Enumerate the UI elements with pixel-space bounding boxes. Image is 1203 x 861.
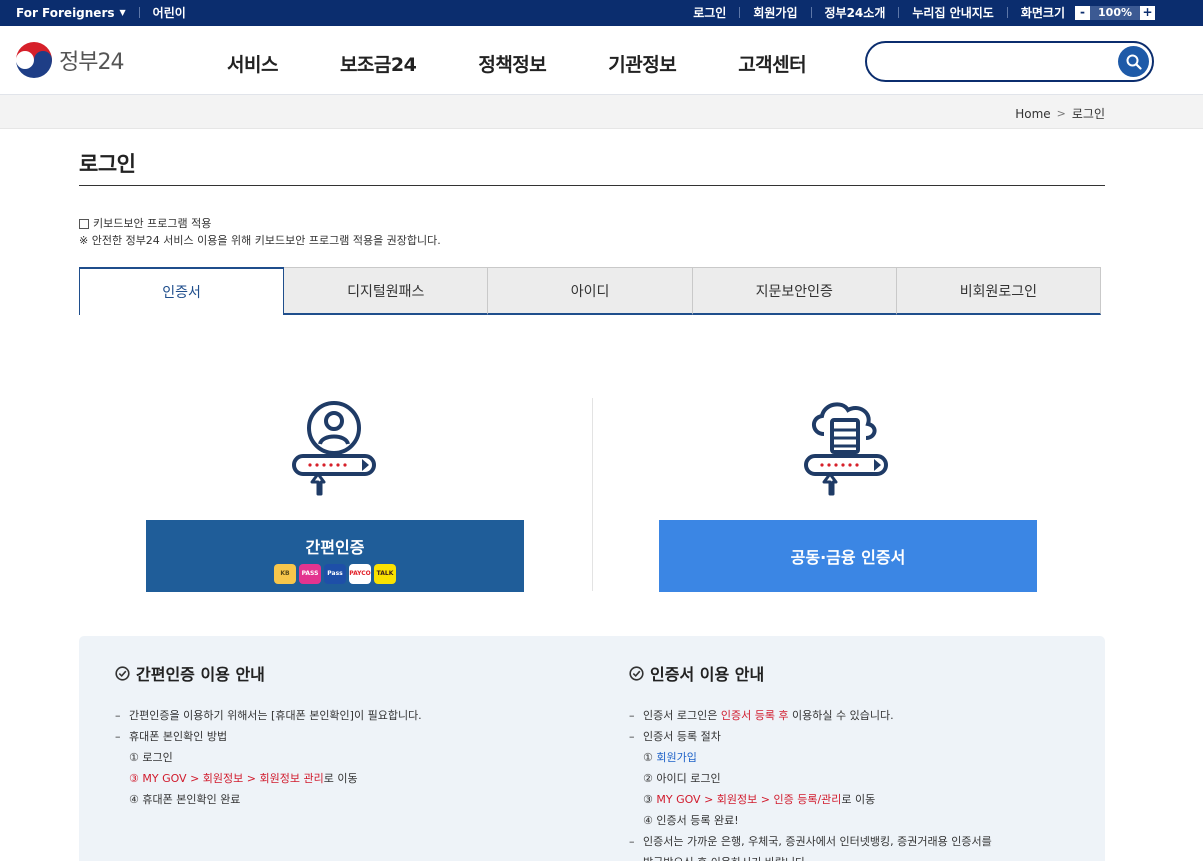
screen-size-label: 화면크기	[1020, 6, 1066, 20]
tab-id[interactable]: 아이디	[488, 267, 693, 315]
guide-text: 간편인증을 이용하기 위해서는 [휴대폰 본인확인]이 필요합니다.	[129, 709, 422, 722]
joint-financial-cert-button[interactable]: 공동·금융 인증서	[659, 520, 1037, 592]
zoom-in-button[interactable]: +	[1140, 5, 1155, 20]
site-header: 정부24 서비스 보조금24 정책정보 기관정보 고객센터	[0, 26, 1203, 95]
check-circle-icon	[629, 665, 644, 681]
simple-guide-title: 간편인증 이용 안내	[136, 665, 265, 684]
breadcrumb-current: 로그인	[1071, 107, 1105, 121]
divider	[138, 7, 140, 18]
certificate-guide: 인증서 이용 안내 – 인증서 로그인은 인증서 등록 후 이용하실 수 있습니다…	[629, 661, 992, 861]
dash: –	[115, 730, 121, 743]
simple-auth-button[interactable]: 간편인증 KB PASS Pass PAYCO TALK	[146, 520, 524, 592]
about-link[interactable]: 정부24소개	[825, 4, 886, 21]
certificate-icon	[802, 398, 890, 502]
tab-certificate[interactable]: 인증서	[79, 267, 285, 315]
dash: –	[115, 709, 121, 722]
dash: –	[629, 709, 635, 722]
nav-subsidy24[interactable]: 보조금24	[340, 50, 417, 77]
cert-guide-title: 인증서 이용 안내	[650, 665, 765, 684]
sitemap-link[interactable]: 누리집 안내지도	[912, 4, 993, 21]
simple-auth-guide: 간편인증 이용 안내 – 간편인증을 이용하기 위해서는 [휴대폰 본인확인]이 …	[115, 661, 422, 810]
taegeuk-logo-icon	[16, 42, 52, 78]
option-divider	[592, 398, 593, 591]
mygov-path: MY GOV > 회원정보 > 인증 등록/관리	[656, 793, 842, 806]
login-tabs: 인증서 디지털원패스 아이디 지문보안인증 비회원로그인	[79, 267, 1102, 315]
dash: –	[629, 730, 635, 743]
search-input[interactable]	[881, 51, 1111, 73]
auth-providers: KB PASS Pass PAYCO TALK	[146, 564, 524, 584]
tab-fingerprint[interactable]: 지문보안인증	[692, 267, 897, 315]
dash: –	[629, 835, 635, 848]
guide-step: ③ MY GOV > 회원정보 > 인증 등록/관리로 이동	[643, 793, 876, 806]
keyboard-security-checkbox[interactable]	[79, 218, 89, 229]
guide-step: ① 로그인	[129, 751, 173, 764]
guide-text: 발급받으신 후 이용하시기 바랍니다.	[629, 852, 992, 861]
zoom-control: - 100% +	[1075, 5, 1155, 20]
nav-policy[interactable]: 정책정보	[478, 50, 546, 77]
divider	[898, 7, 900, 18]
guide-text: 휴대폰 본인확인 방법	[129, 730, 228, 743]
kb-icon: KB	[274, 564, 296, 584]
breadcrumb-bar: Home > 로그인	[0, 95, 1203, 129]
kids-link[interactable]: 어린이	[153, 4, 186, 21]
signup-link[interactable]: 회원가입	[753, 4, 797, 21]
simple-auth-icon	[290, 398, 378, 502]
search-box	[865, 41, 1154, 82]
login-link[interactable]: 로그인	[693, 4, 726, 21]
payco-icon: PAYCO	[349, 564, 371, 584]
utility-bar: For Foreigners ▼ 어린이 로그인 회원가입 정부24소개 누리집…	[0, 0, 1203, 26]
pass-icon: PASS	[299, 564, 321, 584]
divider	[1006, 7, 1008, 18]
signup-guide-link[interactable]: 회원가입	[656, 751, 696, 764]
guide-text: 인증서는 가까운 은행, 우체국, 증권사에서 인터넷뱅킹, 증권거래용 인증서…	[643, 835, 992, 848]
guide-text: 인증서 로그인은 인증서 등록 후 이용하실 수 있습니다.	[643, 709, 894, 722]
keyboard-security-label[interactable]: 키보드보안 프로그램 적용	[93, 215, 211, 232]
kakao-talk-icon: TALK	[374, 564, 396, 584]
main-nav: 서비스 보조금24 정책정보 기관정보 고객센터	[227, 50, 868, 77]
for-foreigners-link[interactable]: For Foreigners	[16, 6, 115, 20]
usage-guide: 간편인증 이용 안내 – 간편인증을 이용하기 위해서는 [휴대폰 본인확인]이 …	[79, 636, 1105, 861]
guide-step: ① 회원가입	[643, 751, 697, 764]
search-button[interactable]	[1118, 46, 1149, 77]
zoom-out-button[interactable]: -	[1075, 5, 1091, 20]
keyboard-security: 키보드보안 프로그램 적용 ※ 안전한 정부24 서비스 이용을 위해 키보드보…	[79, 215, 441, 249]
guide-step: ② 아이디 로그인	[643, 772, 721, 785]
nav-agency[interactable]: 기관정보	[608, 50, 676, 77]
nav-services[interactable]: 서비스	[227, 50, 278, 77]
page-title: 로그인	[79, 152, 136, 176]
search-icon	[1126, 54, 1142, 70]
breadcrumb-home[interactable]: Home	[1015, 107, 1050, 121]
samsung-pass-icon: Pass	[324, 564, 346, 584]
guide-step: ③ MY GOV > 회원정보 > 회원정보 관리로 이동	[129, 772, 358, 785]
guide-step: ④ 인증서 등록 완료!	[643, 814, 739, 827]
title-divider	[79, 185, 1105, 186]
tab-digital-onepass[interactable]: 디지털원패스	[284, 267, 489, 315]
divider	[810, 7, 812, 18]
zoom-value: 100%	[1098, 5, 1132, 19]
nav-customer-center[interactable]: 고객센터	[738, 50, 806, 77]
simple-auth-label: 간편인증	[305, 538, 365, 557]
mygov-path: MY GOV > 회원정보 > 회원정보 관리	[142, 772, 324, 785]
tab-non-member[interactable]: 비회원로그인	[896, 267, 1102, 315]
logo-text: 정부24	[59, 50, 124, 75]
guide-text: 인증서 등록 절차	[643, 730, 721, 743]
divider	[739, 7, 741, 18]
chevron-right-icon: >	[1056, 107, 1066, 120]
breadcrumb: Home > 로그인	[1015, 105, 1105, 122]
caret-down-icon[interactable]: ▼	[120, 8, 126, 17]
gov24-logo[interactable]: 정부24	[15, 41, 124, 79]
guide-step: ④ 휴대폰 본인확인 완료	[129, 793, 241, 806]
keyboard-security-note: ※ 안전한 정부24 서비스 이용을 위해 키보드보안 프로그램 적용을 권장합…	[79, 234, 441, 247]
check-circle-icon	[115, 665, 130, 681]
